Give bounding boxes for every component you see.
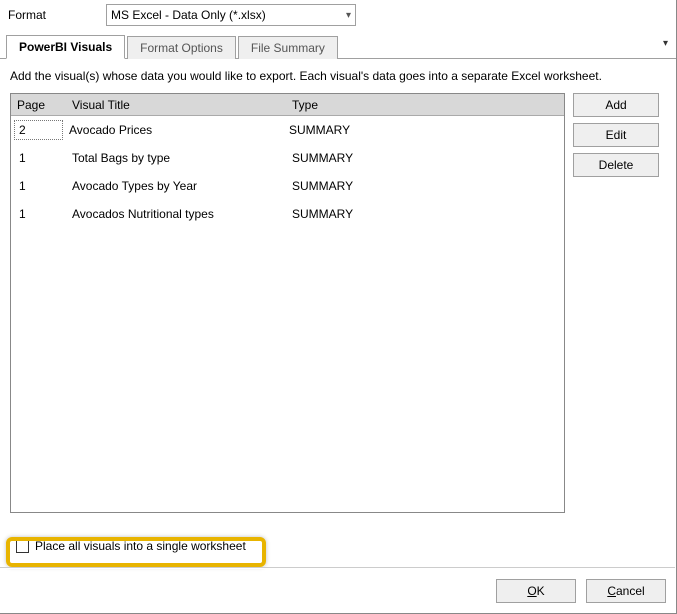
cell-type: SUMMARY [286,207,564,221]
tab-format-options[interactable]: Format Options [127,36,236,59]
cancel-button[interactable]: Cancel [586,579,666,603]
col-header-title: Visual Title [66,98,286,112]
instruction-text: Add the visual(s) whose data you would l… [10,69,666,83]
cancel-label-post: ancel [616,584,645,598]
format-row: Format MS Excel - Data Only (*.xlsx) ▾ [0,0,676,34]
checkbox-icon[interactable] [16,540,29,553]
table-row[interactable]: 1 Avocado Types by Year SUMMARY [11,172,564,200]
chevron-down-icon: ▾ [346,10,351,21]
checkbox-label: Place all visuals into a single workshee… [35,539,246,553]
ok-label-u: O [527,584,536,598]
tab-content: Add the visual(s) whose data you would l… [0,59,676,513]
export-dialog: Format MS Excel - Data Only (*.xlsx) ▾ P… [0,0,677,614]
cell-title: Avocado Types by Year [66,179,286,193]
dialog-footer: OK Cancel [496,579,666,603]
side-button-column: Add Edit Delete [573,93,659,513]
ok-label-post: K [537,584,545,598]
tab-powerbi-visuals[interactable]: PowerBI Visuals [6,35,125,59]
ok-button[interactable]: OK [496,579,576,603]
cell-type: SUMMARY [283,123,564,137]
cell-type: SUMMARY [286,179,564,193]
main-row: Page Visual Title Type 2 Avocado Prices … [10,93,666,513]
col-header-type: Type [286,98,564,112]
cell-title: Total Bags by type [66,151,286,165]
single-worksheet-checkbox-row[interactable]: Place all visuals into a single workshee… [16,539,246,553]
cell-page: 1 [11,151,66,165]
tab-strip: PowerBI Visuals Format Options File Summ… [0,34,676,59]
cell-page: 1 [11,179,66,193]
cell-type: SUMMARY [286,151,564,165]
visuals-table: Page Visual Title Type 2 Avocado Prices … [10,93,565,513]
table-row[interactable]: 2 Avocado Prices SUMMARY [11,116,564,144]
cell-title: Avocados Nutritional types [66,207,286,221]
table-row[interactable]: 1 Total Bags by type SUMMARY [11,144,564,172]
cell-title: Avocado Prices [63,123,283,137]
tab-file-summary[interactable]: File Summary [238,36,338,59]
add-button[interactable]: Add [573,93,659,117]
cancel-label-u: C [607,584,616,598]
cell-page-editing[interactable]: 2 [14,120,63,140]
format-label: Format [8,8,98,22]
table-row[interactable]: 1 Avocados Nutritional types SUMMARY [11,200,564,228]
footer-divider [0,567,675,569]
edit-button[interactable]: Edit [573,123,659,147]
cell-page: 1 [11,207,66,221]
format-select-value: MS Excel - Data Only (*.xlsx) [111,8,346,22]
tab-overflow-icon[interactable]: ▾ [663,38,668,49]
table-header: Page Visual Title Type [11,94,564,116]
format-select[interactable]: MS Excel - Data Only (*.xlsx) ▾ [106,4,356,26]
col-header-page: Page [11,98,66,112]
delete-button[interactable]: Delete [573,153,659,177]
